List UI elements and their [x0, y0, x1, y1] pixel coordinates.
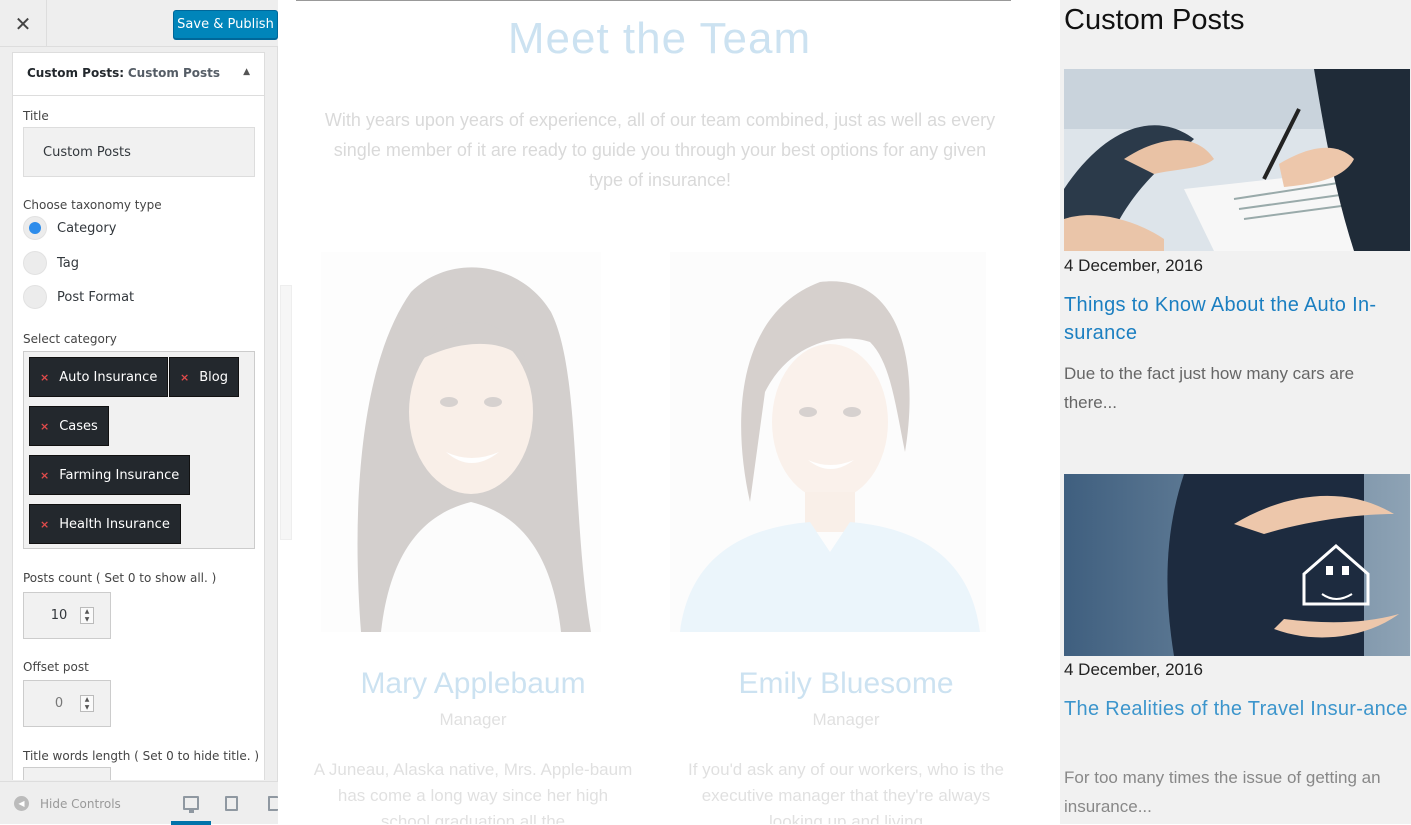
- scrollbar-thumb[interactable]: [280, 285, 292, 540]
- customizer-header: ✕ Save & Publish: [0, 0, 278, 47]
- close-icon[interactable]: ✕: [0, 0, 47, 47]
- taxonomy-label: Choose taxonomy type: [23, 198, 162, 212]
- category-multiselect[interactable]: × Auto Insurance × Blog × Cases × Farmin…: [23, 351, 255, 549]
- title-words-label: Title words length ( Set 0 to hide title…: [23, 749, 260, 763]
- category-chip[interactable]: × Cases: [29, 406, 109, 446]
- spinner-icon[interactable]: ▲ ▼: [80, 695, 94, 712]
- member-role: Manager: [812, 710, 880, 729]
- member-bio: If you'd ask any of our workers, who is …: [687, 760, 1004, 824]
- remove-icon[interactable]: ×: [40, 420, 49, 433]
- team-section: Meet the Team With years upon years of e…: [293, 0, 1026, 824]
- post-date: 4 December, 2016: [1064, 660, 1203, 679]
- customizer-footer: ◀ Hide Controls: [0, 781, 278, 825]
- chip-label: Blog: [199, 369, 228, 385]
- chip-label: Farming Insurance: [59, 467, 180, 483]
- member-name: Emily Bluesome: [738, 667, 954, 700]
- hide-controls-button[interactable]: ◀ Hide Controls: [14, 796, 121, 811]
- member-photo: [321, 252, 601, 632]
- radio-tag[interactable]: Tag: [23, 251, 79, 275]
- chip-label: Cases: [59, 418, 98, 434]
- mobile-preview-icon[interactable]: [268, 796, 278, 811]
- offset-value: 0: [54, 696, 64, 711]
- radio-button[interactable]: [23, 251, 47, 275]
- remove-icon[interactable]: ×: [40, 518, 49, 531]
- remove-icon[interactable]: ×: [40, 469, 49, 482]
- title-label: Title: [23, 109, 49, 123]
- team-intro: With years upon years of experience, all…: [324, 110, 996, 190]
- widget-title: Custom Posts: [1064, 4, 1245, 36]
- category-chip[interactable]: × Auto Insurance: [29, 357, 169, 397]
- remove-icon[interactable]: ×: [180, 371, 189, 384]
- desktop-preview-icon[interactable]: [183, 796, 199, 813]
- section-header[interactable]: Custom Posts: Custom Posts ▲: [13, 53, 264, 96]
- site-preview[interactable]: Meet the Team With years upon years of e…: [278, 0, 1411, 824]
- radio-button[interactable]: [23, 285, 47, 309]
- post-title-link[interactable]: Things to Know About the Auto In-surance: [1064, 291, 1408, 347]
- custom-posts-widget: Custom Posts 4 December, 2016 Things to …: [1060, 0, 1411, 824]
- member-role: Manager: [439, 710, 507, 729]
- radio-category[interactable]: Category: [23, 216, 116, 240]
- category-chip[interactable]: × Blog: [169, 357, 239, 397]
- member-bio: A Juneau, Alaska native, Mrs. Apple-baum…: [313, 760, 633, 824]
- offset-label: Offset post: [23, 660, 89, 674]
- spinner-icon[interactable]: ▲ ▼: [80, 607, 94, 624]
- post-title-link[interactable]: The Realities of the Travel Insur-ance: [1064, 695, 1408, 723]
- category-label: Select category: [23, 332, 117, 346]
- radio-label: Post Format: [57, 289, 135, 305]
- customizer-controls: ✕ Save & Publish Custom Posts: Custom Po…: [0, 0, 278, 825]
- tablet-preview-icon[interactable]: [225, 796, 238, 811]
- post-thumbnail[interactable]: [1064, 474, 1410, 656]
- title-input[interactable]: Custom Posts: [23, 127, 255, 177]
- radio-button[interactable]: [23, 216, 47, 240]
- chip-label: Health Insurance: [59, 516, 170, 532]
- post-excerpt: For too many times the issue of getting …: [1064, 768, 1381, 816]
- member-photo: [670, 252, 986, 632]
- category-chip[interactable]: × Farming Insurance: [29, 455, 191, 495]
- section-name: Custom Posts: [127, 66, 221, 80]
- widget-settings-panel[interactable]: Custom Posts: Custom Posts ▲ Title Custo…: [12, 52, 265, 780]
- collapse-arrow-icon[interactable]: ▲: [243, 67, 250, 77]
- hide-controls-label: Hide Controls: [40, 796, 121, 811]
- preview-scrollbar[interactable]: [278, 0, 293, 824]
- radio-label: Tag: [57, 255, 80, 271]
- post-excerpt: Due to the fact just how many cars are t…: [1064, 364, 1355, 412]
- save-publish-button[interactable]: Save & Publish: [173, 10, 278, 39]
- post-date: 4 December, 2016: [1064, 256, 1203, 275]
- radio-label: Category: [57, 220, 117, 236]
- remove-icon[interactable]: ×: [40, 371, 49, 384]
- title-words-input[interactable]: [23, 767, 111, 780]
- section-prefix: Custom Posts:: [27, 66, 125, 80]
- posts-count-stepper[interactable]: 10 ▲ ▼: [23, 592, 111, 639]
- active-device-indicator: [171, 821, 211, 825]
- posts-count-value: 10: [50, 608, 68, 623]
- radio-post-format[interactable]: Post Format: [23, 285, 134, 309]
- posts-count-label: Posts count ( Set 0 to show all. ): [23, 571, 217, 585]
- category-chip[interactable]: × Health Insurance: [29, 504, 181, 544]
- team-heading: Meet the Team: [507, 14, 812, 63]
- collapse-icon: ◀: [14, 796, 29, 811]
- offset-stepper[interactable]: 0 ▲ ▼: [23, 680, 111, 727]
- post-thumbnail[interactable]: [1064, 69, 1410, 251]
- member-name: Mary Applebaum: [360, 667, 586, 700]
- chip-label: Auto Insurance: [59, 369, 158, 385]
